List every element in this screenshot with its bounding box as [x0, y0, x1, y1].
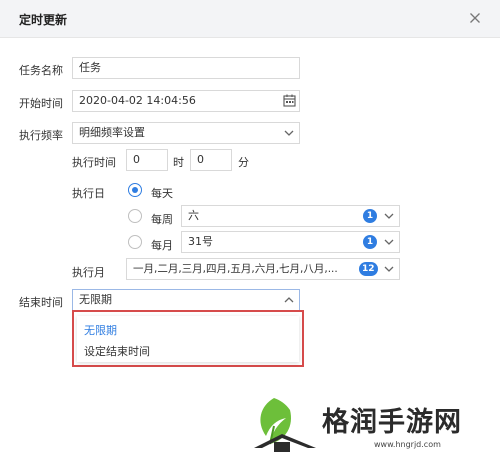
dialog-header: 定时更新 — [0, 0, 500, 38]
chevron-down-icon[interactable] — [383, 210, 395, 222]
start-time-label: 开始时间 — [19, 97, 63, 110]
watermark-text: 格润手游网 — [322, 407, 462, 438]
exec-hour-input[interactable]: 0 — [126, 149, 168, 171]
month-count-badge: 12 — [359, 262, 378, 276]
weekly-count-badge: 1 — [363, 209, 377, 223]
exec-minute-input[interactable]: 0 — [190, 149, 232, 171]
end-time-dropdown: 无限期 设定结束时间 — [72, 310, 304, 367]
chevron-down-icon[interactable] — [383, 236, 395, 248]
watermark-url: www.hngrjd.com — [374, 440, 441, 449]
weekly-label: 每周 — [151, 213, 173, 226]
exec-time-label: 执行时间 — [72, 156, 116, 169]
calendar-icon[interactable] — [283, 94, 296, 107]
chevron-down-icon[interactable] — [283, 127, 295, 139]
weekly-day-value: 六 — [188, 209, 199, 222]
option-unlimited[interactable]: 无限期 — [84, 322, 117, 338]
monthly-label: 每月 — [151, 239, 173, 252]
end-time-select[interactable]: 无限期 — [72, 289, 300, 311]
chevron-down-icon[interactable] — [383, 263, 395, 275]
end-time-value: 无限期 — [79, 293, 112, 306]
radio-weekly[interactable] — [128, 209, 142, 223]
start-time-input[interactable]: 2020-04-02 14:04:56 — [72, 90, 300, 112]
monthly-day-value: 31号 — [188, 235, 213, 248]
start-time-value: 2020-04-02 14:04:56 — [79, 94, 196, 107]
end-time-options: 无限期 设定结束时间 — [77, 316, 299, 362]
task-name-input[interactable]: 任务 — [72, 57, 300, 79]
leaf-logo-icon — [254, 398, 316, 452]
task-name-label: 任务名称 — [19, 64, 63, 77]
frequency-select[interactable]: 明细频率设置 — [72, 122, 300, 144]
frequency-value: 明细频率设置 — [79, 126, 145, 139]
daily-label: 每天 — [151, 187, 173, 200]
option-set-end-time[interactable]: 设定结束时间 — [84, 343, 150, 359]
radio-daily[interactable] — [128, 183, 142, 197]
exec-month-value: 一月,二月,三月,四月,五月,六月,七月,八月,... — [133, 263, 338, 275]
chevron-up-icon[interactable] — [283, 294, 295, 306]
minute-unit-label: 分 — [238, 156, 249, 169]
exec-day-label: 执行日 — [72, 187, 105, 200]
exec-month-label: 执行月 — [72, 266, 105, 279]
monthly-count-badge: 1 — [363, 235, 377, 249]
hour-unit-label: 时 — [173, 156, 184, 169]
close-icon[interactable] — [466, 9, 484, 27]
timed-update-dialog: 定时更新 任务名称 任务 开始时间 2020-04-02 14:04:56 执行… — [0, 0, 500, 456]
end-time-label: 结束时间 — [19, 296, 63, 309]
dialog-title: 定时更新 — [19, 13, 68, 27]
frequency-label: 执行频率 — [19, 129, 63, 142]
radio-monthly[interactable] — [128, 235, 142, 249]
watermark-logo: 格润手游网 www.hngrjd.com — [250, 394, 500, 456]
